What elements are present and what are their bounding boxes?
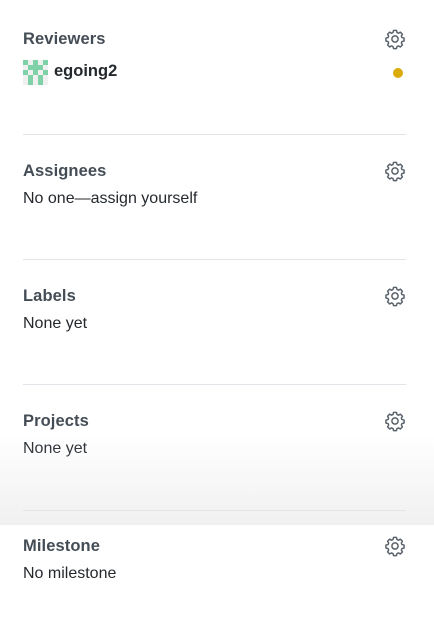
gear-icon[interactable] — [384, 285, 406, 307]
identicon-avatar[interactable] — [23, 60, 48, 85]
reviewer-item: egoing2 — [23, 59, 406, 85]
reviewer-name[interactable]: egoing2 — [54, 62, 117, 81]
review-status-dot — [393, 68, 403, 78]
assignees-header[interactable]: Assignees — [23, 154, 406, 186]
assignees-value[interactable]: No one—assign yourself — [23, 189, 406, 209]
projects-section: Projects None yet — [23, 404, 406, 511]
milestone-heading: Milestone — [23, 537, 100, 555]
milestone-header[interactable]: Milestone — [23, 529, 406, 561]
labels-section: Labels None yet — [23, 279, 406, 385]
reviewers-section: Reviewers egoing2 — [23, 22, 406, 135]
labels-heading: Labels — [23, 287, 76, 305]
gear-icon[interactable] — [384, 410, 406, 432]
milestone-section: Milestone No milestone — [23, 529, 406, 625]
pr-sidebar: Reviewers egoing2 Assignees No one—assig… — [23, 0, 406, 582]
assignees-section: Assignees No one—assign yourself — [23, 154, 406, 260]
labels-value: None yet — [23, 315, 88, 332]
milestone-value: No milestone — [23, 565, 117, 582]
reviewers-heading: Reviewers — [23, 30, 106, 48]
assignees-heading: Assignees — [23, 162, 107, 180]
labels-header[interactable]: Labels — [23, 279, 406, 311]
gear-icon[interactable] — [384, 535, 406, 557]
projects-value: None yet — [23, 440, 88, 457]
reviewers-header[interactable]: Reviewers — [23, 22, 406, 54]
projects-header[interactable]: Projects — [23, 404, 406, 436]
projects-heading: Projects — [23, 412, 89, 430]
gear-icon[interactable] — [384, 160, 406, 182]
gear-icon[interactable] — [384, 28, 406, 50]
